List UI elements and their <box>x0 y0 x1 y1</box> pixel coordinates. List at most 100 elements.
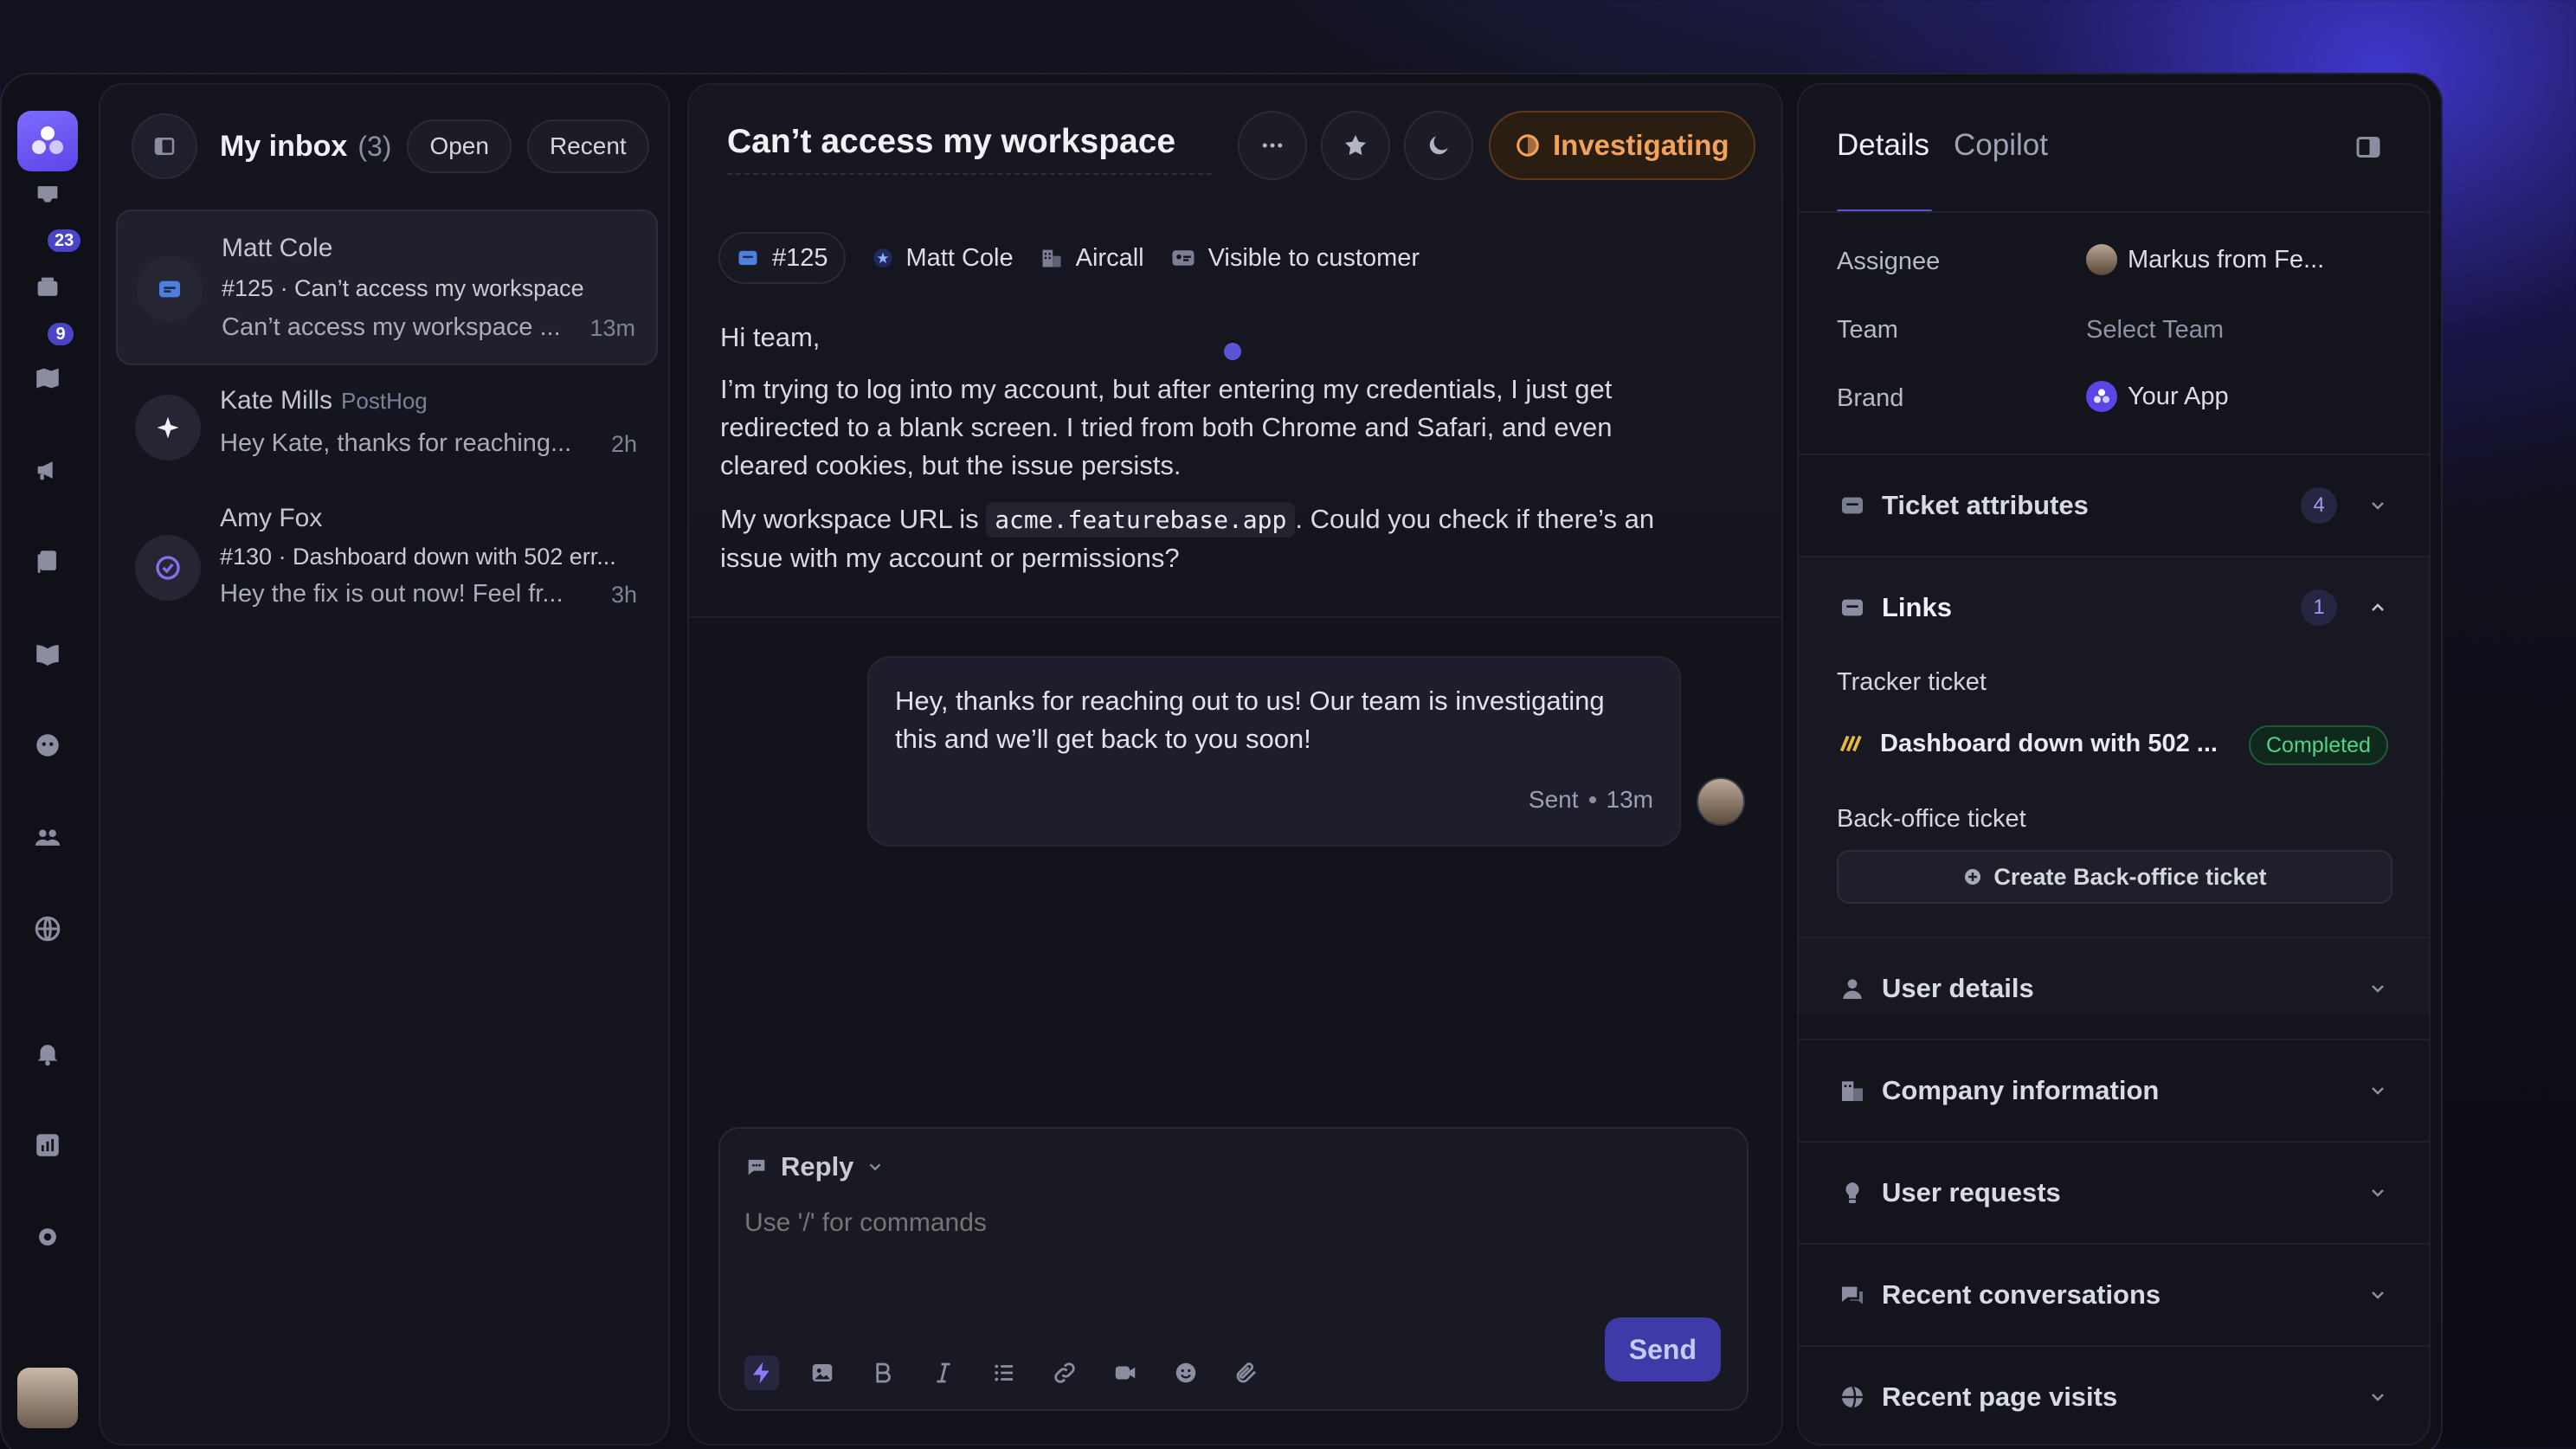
create-backoffice-label: Create Back-office ticket <box>1993 863 2267 890</box>
section-count: 1 <box>2301 589 2337 626</box>
create-backoffice-ticket-button[interactable]: Create Back-office ticket <box>1837 850 2392 904</box>
link-icon <box>1054 1362 1075 1383</box>
analytics-nav-icon[interactable] <box>29 1127 66 1163</box>
toggle-details-button[interactable] <box>2353 132 2387 166</box>
sidebar-toggle-icon <box>154 138 175 155</box>
agent-reply-bubble: Hey, thanks for reaching out to us! Our … <box>867 656 1681 847</box>
filter-open-button[interactable]: Open <box>407 119 512 173</box>
send-button[interactable]: Send <box>1604 1317 1721 1381</box>
section-title: Ticket attributes <box>1882 490 2089 520</box>
divider <box>1799 211 2429 213</box>
tickets-badge: 9 <box>45 320 76 348</box>
recent-page-visits-section[interactable]: Recent page visits <box>1799 1347 2429 1444</box>
conversation-item[interactable]: Amy Fox #130 · Dashboard down with 502 e… <box>116 492 658 647</box>
chevron-down-icon <box>2365 493 2391 518</box>
plus-circle-icon <box>1965 869 1981 885</box>
attach-file-button[interactable] <box>1229 1356 1264 1390</box>
snooze-button[interactable] <box>1404 111 1473 180</box>
chevron-down-icon <box>2365 1180 2391 1206</box>
ticket-title[interactable]: Can’t access my workspace <box>727 123 1212 175</box>
globe-nav-icon[interactable] <box>29 911 66 947</box>
reply-mode-label: Reply <box>781 1151 854 1182</box>
tab-details[interactable]: Details <box>1837 128 1929 163</box>
conversation-preview: Can’t access my workspace ... <box>222 313 561 341</box>
conversation-name: Amy Fox <box>220 504 323 532</box>
chevron-down-icon <box>870 1163 881 1171</box>
message-greeting: Hi team, <box>720 322 821 352</box>
target-icon <box>156 556 180 580</box>
ticket-icon <box>159 280 180 298</box>
insert-image-button[interactable] <box>805 1356 840 1390</box>
nav-rail: 23 9 <box>0 73 95 1449</box>
user-icon <box>1837 973 1868 1004</box>
lightning-icon <box>753 1362 770 1384</box>
conversation-preview: Hey the fix is out now! Feel fr... <box>220 580 564 608</box>
globe-icon <box>1837 1381 1868 1413</box>
tickets-nav-icon[interactable] <box>29 269 66 306</box>
conversation-item[interactable]: Matt Cole #125 · Can’t access my workspa… <box>116 209 658 365</box>
conversation-name: Matt Cole <box>222 234 333 262</box>
reply-composer: Reply Use '/' for commands Send <box>718 1127 1748 1411</box>
status-dropdown[interactable]: Investigating <box>1489 111 1755 180</box>
tab-copilot[interactable]: Copilot <box>1954 128 2048 163</box>
message-paragraph-2: My workspace URL is acme.featurebase.app… <box>720 500 1759 577</box>
assignee-value[interactable]: Markus from Fe... <box>2086 244 2324 275</box>
tracker-status-badge: Completed <box>2249 725 2388 765</box>
reply-input[interactable] <box>744 1208 1610 1238</box>
ticket-id-chip[interactable]: #125 <box>718 232 846 284</box>
user-requests-section[interactable]: User requests <box>1799 1143 2429 1243</box>
assignee-label: Assignee <box>1837 248 1941 275</box>
brand-name: Your App <box>2128 382 2229 410</box>
more-options-button[interactable] <box>1238 111 1307 180</box>
filter-recent-button[interactable]: Recent <box>526 119 649 173</box>
recent-conversations-section[interactable]: Recent conversations <box>1799 1245 2429 1345</box>
users-nav-icon[interactable] <box>29 819 66 855</box>
inbox-header: My inbox (3) Open Recent <box>132 113 649 179</box>
section-title: Company information <box>1882 1075 2160 1105</box>
settings-nav-icon[interactable] <box>29 1219 66 1255</box>
agent-reply-text: Hey, thanks for reaching out to us! Our … <box>895 682 1657 758</box>
team-select[interactable]: Select Team <box>2086 316 2224 345</box>
announcements-nav-icon[interactable] <box>29 452 66 488</box>
brand-value[interactable]: Your App <box>2086 381 2229 412</box>
reply-mode-dropdown[interactable]: Reply <box>744 1151 885 1182</box>
company-information-section[interactable]: Company information <box>1799 1040 2429 1141</box>
conversation-item[interactable]: Kate Mills PostHog Hey Kate, thanks for r… <box>116 377 658 480</box>
conversation-subject: #130 · Dashboard down with 502 err... <box>220 544 616 570</box>
list-button[interactable] <box>987 1356 1021 1390</box>
emoji-button[interactable] <box>1169 1356 1203 1390</box>
bot-nav-icon[interactable] <box>29 727 66 763</box>
bell-nav-icon[interactable] <box>29 1035 66 1072</box>
company-chip[interactable]: Aircall <box>1040 244 1144 273</box>
ai-assist-button[interactable] <box>744 1356 779 1390</box>
changelog-nav-icon[interactable] <box>29 544 66 580</box>
moon-icon <box>1429 136 1448 155</box>
toggle-sidebar-button[interactable] <box>132 113 197 179</box>
app-logo[interactable] <box>17 111 78 171</box>
conversation-name-text: Kate Mills <box>220 386 333 415</box>
ticket-attributes-section[interactable]: Ticket attributes 4 <box>1799 455 2429 556</box>
section-title: User details <box>1882 973 2034 1003</box>
record-video-button[interactable] <box>1108 1356 1143 1390</box>
inbox-nav-icon[interactable] <box>29 177 66 213</box>
message-paragraph-1: I’m trying to log into my account, but a… <box>720 370 1759 485</box>
message-line: cleared cookies, but the issue persists. <box>720 450 1182 480</box>
customer-chip[interactable]: Matt Cole <box>872 244 1014 273</box>
conversation-name: Kate Mills PostHog <box>220 386 428 415</box>
tracker-avatar <box>135 535 201 601</box>
italic-button[interactable] <box>926 1356 961 1390</box>
company-name: Aircall <box>1075 243 1144 272</box>
bold-button[interactable] <box>866 1356 900 1390</box>
user-details-section[interactable]: User details <box>1799 938 2429 1039</box>
visibility-chip[interactable]: Visible to customer <box>1170 244 1420 273</box>
conversation-time: 2h <box>610 431 637 457</box>
links-section-header[interactable]: Links 1 <box>1799 557 2429 658</box>
help-center-nav-icon[interactable] <box>29 635 66 672</box>
progress-bars-icon <box>1839 735 1862 752</box>
roadmap-nav-icon[interactable] <box>29 360 66 396</box>
star-button[interactable] <box>1321 111 1390 180</box>
details-panel: Details Copilot Assignee Markus from Fe.… <box>1797 83 2431 1446</box>
insert-link-button[interactable] <box>1047 1356 1082 1390</box>
logo-icon <box>32 126 63 154</box>
user-avatar[interactable] <box>17 1368 78 1428</box>
